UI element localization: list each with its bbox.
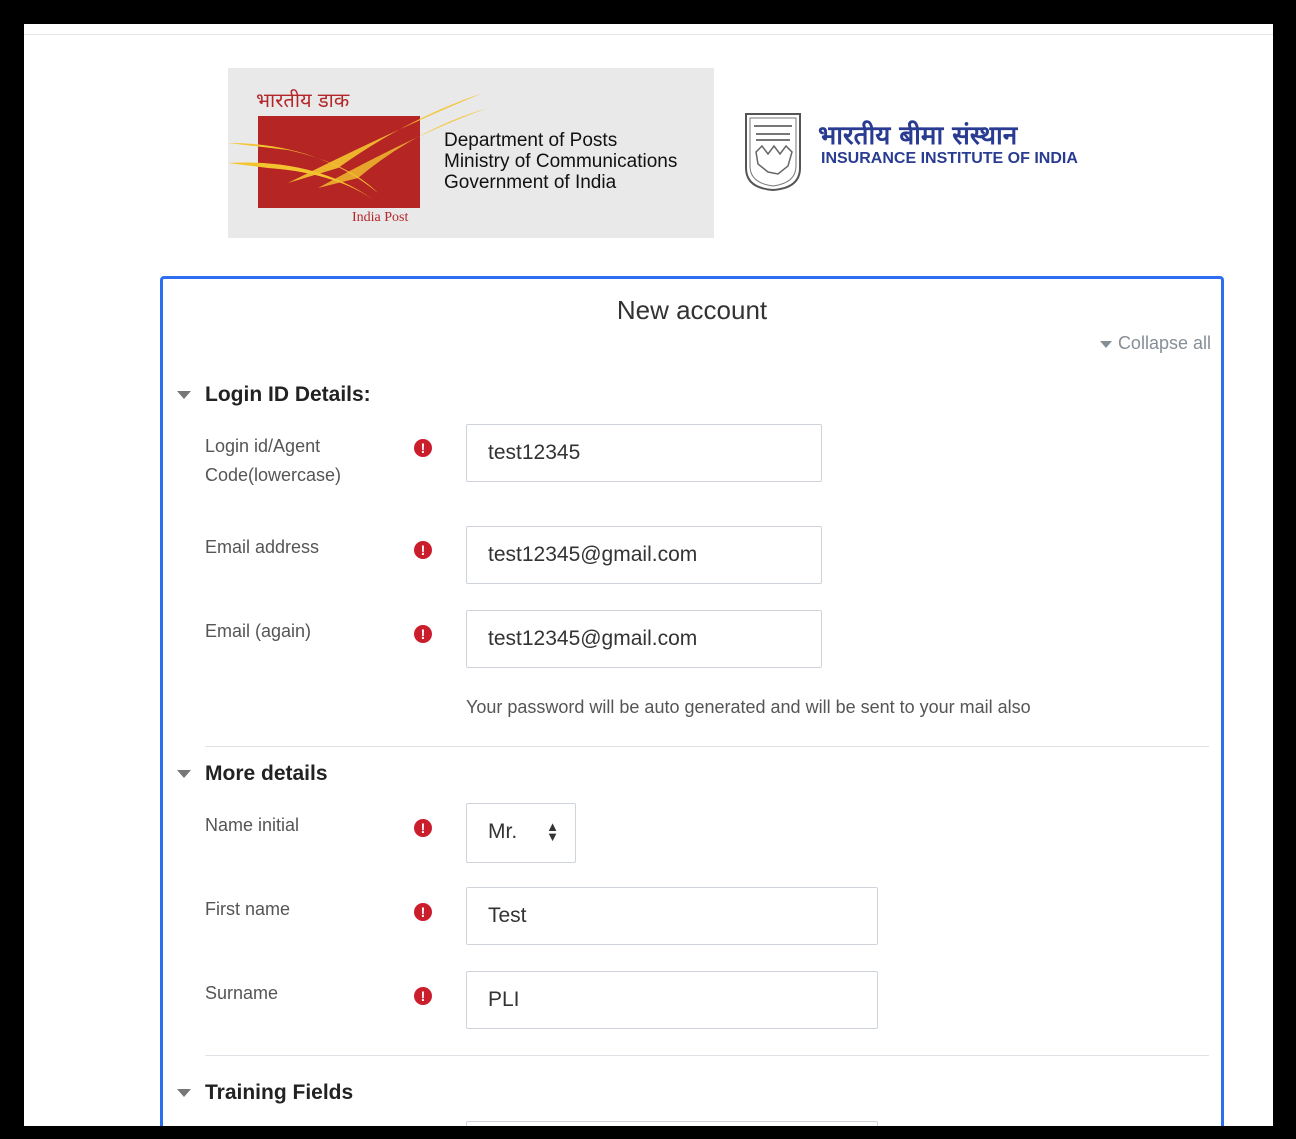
- first-name-label: First name: [205, 899, 291, 919]
- name-initial-select[interactable]: Mr. ▲ ▼: [466, 803, 576, 863]
- email-input[interactable]: [466, 526, 822, 584]
- collapse-all-link[interactable]: Collapse all: [1099, 333, 1211, 354]
- collapse-all-label: Collapse all: [1117, 333, 1211, 353]
- login-id-input[interactable]: [466, 424, 822, 482]
- india-post-logo: भारतीय डाक India Post Department of Post…: [228, 68, 714, 238]
- insurance-institute-logo: भारतीय बीमा संस्थान INSURANCE INSTITUTE …: [714, 80, 1134, 224]
- surname-input[interactable]: [466, 971, 878, 1029]
- section-divider: [205, 1055, 1209, 1056]
- caret-down-icon: [177, 770, 191, 779]
- insurance-institute-english-name: INSURANCE INSTITUTE OF INDIA: [821, 150, 1078, 167]
- required-exclamation-icon: !: [414, 987, 432, 1005]
- form-title: New account: [616, 295, 768, 325]
- insurance-institute-hindi-name: भारतीय बीमा संस्थान: [818, 121, 1018, 151]
- section-divider: [205, 746, 1209, 747]
- training-field-input[interactable]: [466, 1121, 878, 1126]
- india-post-hindi-name: भारतीय डाक: [256, 88, 350, 112]
- india-post-line-1: Department of Posts: [444, 130, 618, 151]
- insurance-institute-seal-icon: [745, 113, 801, 192]
- section-title-login: Login ID Details:: [205, 383, 371, 406]
- caret-down-icon: [1099, 340, 1112, 348]
- login-id-label: Login id/Agent Code(lowercase): [205, 436, 342, 485]
- email-again-input[interactable]: [466, 610, 822, 668]
- caret-down-icon: [177, 1089, 191, 1098]
- page: भारतीय डाक India Post Department of Post…: [24, 24, 1273, 1126]
- top-divider: [24, 34, 1273, 35]
- required-exclamation-icon: !: [414, 439, 432, 457]
- section-toggle-more-details[interactable]: More details: [177, 762, 328, 786]
- required-exclamation-icon: !: [414, 819, 432, 837]
- india-post-line-3: Government of India: [444, 172, 617, 193]
- select-arrows-icon: ▲ ▼: [546, 819, 559, 844]
- email-again-label: Email (again): [205, 621, 312, 641]
- password-note: Your password will be auto generated and…: [466, 697, 1031, 717]
- name-initial-label: Name initial: [205, 815, 300, 835]
- surname-label: Surname: [205, 983, 279, 1003]
- india-post-line-2: Ministry of Communications: [444, 151, 678, 172]
- name-initial-value: Mr.: [488, 820, 518, 843]
- section-title-more-details: More details: [205, 762, 328, 785]
- required-exclamation-icon: !: [414, 625, 432, 643]
- required-exclamation-icon: !: [414, 903, 432, 921]
- email-label: Email address: [205, 537, 320, 557]
- section-toggle-training[interactable]: Training Fields: [177, 1081, 353, 1105]
- caret-down-icon: [177, 391, 191, 400]
- section-title-training: Training Fields: [205, 1081, 354, 1104]
- new-account-form: New account Collapse all Login ID Detail…: [160, 276, 1224, 1126]
- first-name-input[interactable]: [466, 887, 878, 945]
- india-post-caption: India Post: [352, 210, 409, 225]
- section-toggle-login[interactable]: Login ID Details:: [177, 383, 371, 407]
- required-exclamation-icon: !: [414, 541, 432, 559]
